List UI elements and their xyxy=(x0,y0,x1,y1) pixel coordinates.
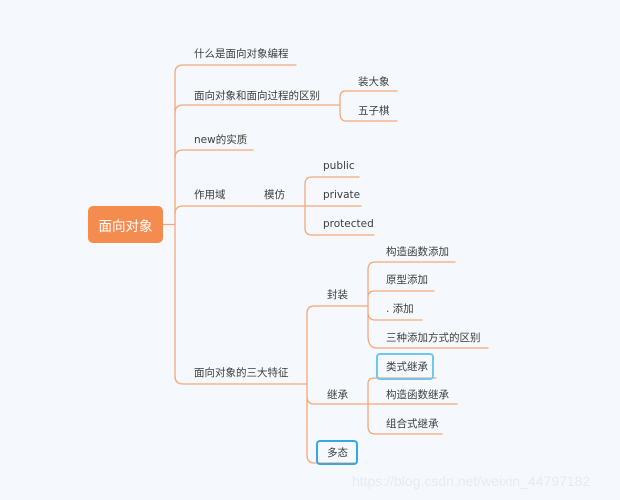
connector-branch-0 xyxy=(174,64,297,74)
connector-branch-2 xyxy=(174,149,254,159)
node-add-differences[interactable]: 三种添加方式的区别 xyxy=(386,331,481,345)
node-private[interactable]: private xyxy=(323,188,360,202)
node-class-inheritance[interactable]: 类式继承 xyxy=(386,360,428,374)
node-scope[interactable]: 作用域 xyxy=(194,188,226,202)
node-protected[interactable]: protected xyxy=(323,217,374,231)
root-node-label: 面向对象 xyxy=(98,218,153,235)
node-prototype-add[interactable]: 原型添加 xyxy=(386,273,428,287)
node-combination-inheritance[interactable]: 组合式继承 xyxy=(386,417,439,431)
connector-layer xyxy=(162,64,489,464)
node-new-essence[interactable]: new的实质 xyxy=(194,133,247,147)
node-constructor-add[interactable]: 构造函数添加 xyxy=(386,245,449,259)
node-dot-add[interactable]: . 添加 xyxy=(386,302,414,316)
node-what-is-oop[interactable]: 什么是面向对象编程 xyxy=(194,47,289,61)
node-public[interactable]: public xyxy=(323,159,355,173)
node-inheritance[interactable]: 继承 xyxy=(327,388,348,402)
node-polymorphism[interactable]: 多态 xyxy=(327,446,348,460)
node-oop-vs-pop[interactable]: 面向对象和面向过程的区别 xyxy=(194,89,320,103)
watermark: https://blog.csdn.net/weixin_44797182 xyxy=(352,473,591,489)
node-constructor-inheritance[interactable]: 构造函数继承 xyxy=(386,388,449,402)
node-three-features[interactable]: 面向对象的三大特征 xyxy=(194,366,289,380)
connector-branch-1 xyxy=(174,104,334,114)
node-gomoku[interactable]: 五子棋 xyxy=(358,104,390,118)
root-node[interactable]: 面向对象 xyxy=(88,206,163,243)
connector-branch-3 xyxy=(174,205,306,215)
node-elephant[interactable]: 装大象 xyxy=(358,75,390,89)
node-encapsulation[interactable]: 封装 xyxy=(327,288,348,302)
node-imitate[interactable]: 模仿 xyxy=(264,188,285,202)
